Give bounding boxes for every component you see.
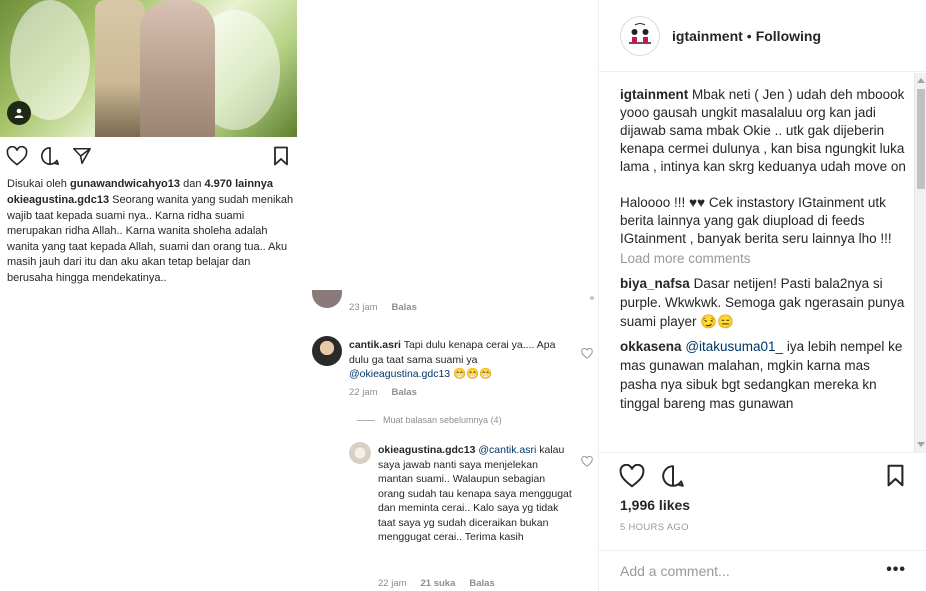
list-item: okkasena @itakusuma01_ iya lebih nempel … bbox=[620, 337, 910, 413]
scroll-up-icon[interactable] bbox=[917, 78, 925, 83]
comment-time: 22 jam bbox=[349, 387, 378, 398]
embedded-comment-thread: 23 jam Balas cantik.asri Tapi dulu kenap… bbox=[305, 290, 598, 591]
view-replies: Muat balasan sebelumnya (4) bbox=[357, 415, 502, 425]
comment-icon bbox=[40, 146, 60, 166]
reply-mention: @cantik.asri bbox=[478, 444, 537, 456]
comment-username: cantik.asri bbox=[349, 339, 401, 351]
header-username[interactable]: igtainment bbox=[672, 28, 743, 44]
caption-username[interactable]: igtainment bbox=[620, 87, 688, 102]
caption-username: okieagustina.gdc13 bbox=[7, 194, 110, 206]
action-bar: 1,996 likes 5 HOURS AGO bbox=[599, 452, 926, 550]
reply-label: Balas bbox=[391, 387, 417, 398]
caption-text: Mbak neti ( Jen ) udah deh mboook yooo g… bbox=[620, 87, 906, 246]
share-icon bbox=[72, 146, 92, 166]
comment-meta: 22 jam Balas bbox=[349, 387, 417, 398]
couple-photo bbox=[0, 0, 297, 137]
post-caption: igtainment Mbak neti ( Jen ) udah deh mb… bbox=[620, 86, 910, 248]
scroll-down-icon[interactable] bbox=[917, 442, 925, 447]
reply-meta: 22 jam 21 suka Balas bbox=[378, 578, 495, 589]
action-icons bbox=[619, 464, 685, 488]
heart-icon bbox=[581, 456, 593, 467]
post-photo: Disukai oleh gunawandwicahyo13 dan 4.970… bbox=[0, 0, 598, 591]
bookmark-icon[interactable] bbox=[886, 464, 905, 487]
scrollbar-thumb[interactable] bbox=[917, 89, 925, 189]
reply-time: 22 jam bbox=[378, 578, 407, 589]
person-figure bbox=[140, 0, 215, 137]
reply-text: kalau saya jawab nanti saya menjelekan m… bbox=[378, 444, 572, 543]
heart-icon bbox=[581, 348, 593, 359]
comment-username[interactable]: biya_nafsa bbox=[620, 276, 690, 291]
likes-count[interactable]: 1,996 likes bbox=[620, 497, 690, 513]
divider bbox=[357, 419, 375, 421]
header-separator: • bbox=[746, 27, 752, 44]
follow-status-button[interactable]: Following bbox=[756, 28, 821, 44]
embedded-caption: okieagustina.gdc13 Seorang wanita yang s… bbox=[7, 193, 297, 286]
avatar[interactable] bbox=[620, 15, 660, 56]
comment-icon[interactable] bbox=[661, 464, 685, 488]
heart-icon[interactable] bbox=[619, 464, 645, 488]
liked-by-and: dan bbox=[183, 178, 202, 190]
embedded-action-bar bbox=[6, 146, 92, 166]
comment-username[interactable]: okkasena bbox=[620, 339, 682, 354]
reply-label: Balas bbox=[391, 302, 417, 313]
comment-emoji: 😁😁😁 bbox=[453, 368, 493, 380]
comments-scrollbar[interactable] bbox=[914, 73, 926, 452]
post-header: igtainment • Following bbox=[599, 0, 926, 72]
comment-body: cantik.asri Tapi dulu kenapa cerai ya...… bbox=[349, 338, 573, 382]
heart-icon bbox=[6, 146, 28, 166]
list-item: biya_nafsa Dasar netijen! Pasti bala2nya… bbox=[620, 274, 910, 331]
more-options-button[interactable]: ••• bbox=[886, 561, 906, 579]
liked-by-count: 4.970 lainnya bbox=[204, 178, 274, 190]
user-tag-icon bbox=[7, 101, 31, 125]
post-timestamp[interactable]: 5 HOURS AGO bbox=[620, 522, 689, 533]
liked-by-label: Disukai oleh bbox=[7, 178, 67, 190]
add-comment-bar: ••• bbox=[599, 550, 926, 591]
liked-by-user: gunawandwicahyo13 bbox=[69, 178, 181, 190]
comment-time: 23 jam bbox=[349, 302, 378, 313]
load-more-comments-button[interactable]: Load more comments bbox=[620, 250, 910, 268]
dot-icon bbox=[590, 296, 594, 300]
add-comment-input[interactable] bbox=[620, 559, 880, 583]
comment-mention[interactable]: @itakusuma01_ bbox=[685, 339, 783, 354]
reply-label: Balas bbox=[469, 578, 495, 589]
post-panel: igtainment • Following igtainment Mbak n… bbox=[598, 0, 926, 591]
comments-list: igtainment Mbak neti ( Jen ) udah deh mb… bbox=[620, 86, 910, 413]
reply-body: okieagustina.gdc13 @cantik.asri kalau sa… bbox=[378, 443, 573, 545]
avatar bbox=[349, 442, 371, 464]
reply-likes: 21 suka bbox=[420, 578, 456, 589]
bookmark-icon bbox=[273, 146, 289, 166]
embedded-liked-by: Disukai oleh gunawandwicahyo13 dan 4.970… bbox=[7, 177, 273, 192]
avatar bbox=[312, 336, 342, 366]
avatar bbox=[312, 290, 342, 308]
reply-username: okieagustina.gdc13 bbox=[378, 444, 476, 456]
caption-text: Seorang wanita yang sudah menikah wajib … bbox=[7, 194, 294, 284]
person-figure bbox=[95, 0, 145, 137]
view-replies-label: Muat balasan sebelumnya (4) bbox=[383, 415, 502, 425]
comments-section[interactable]: igtainment Mbak neti ( Jen ) udah deh mb… bbox=[599, 73, 926, 452]
comment-meta: 23 jam Balas bbox=[349, 302, 417, 313]
comment-mention: @okieagustina.gdc13 bbox=[349, 368, 451, 380]
